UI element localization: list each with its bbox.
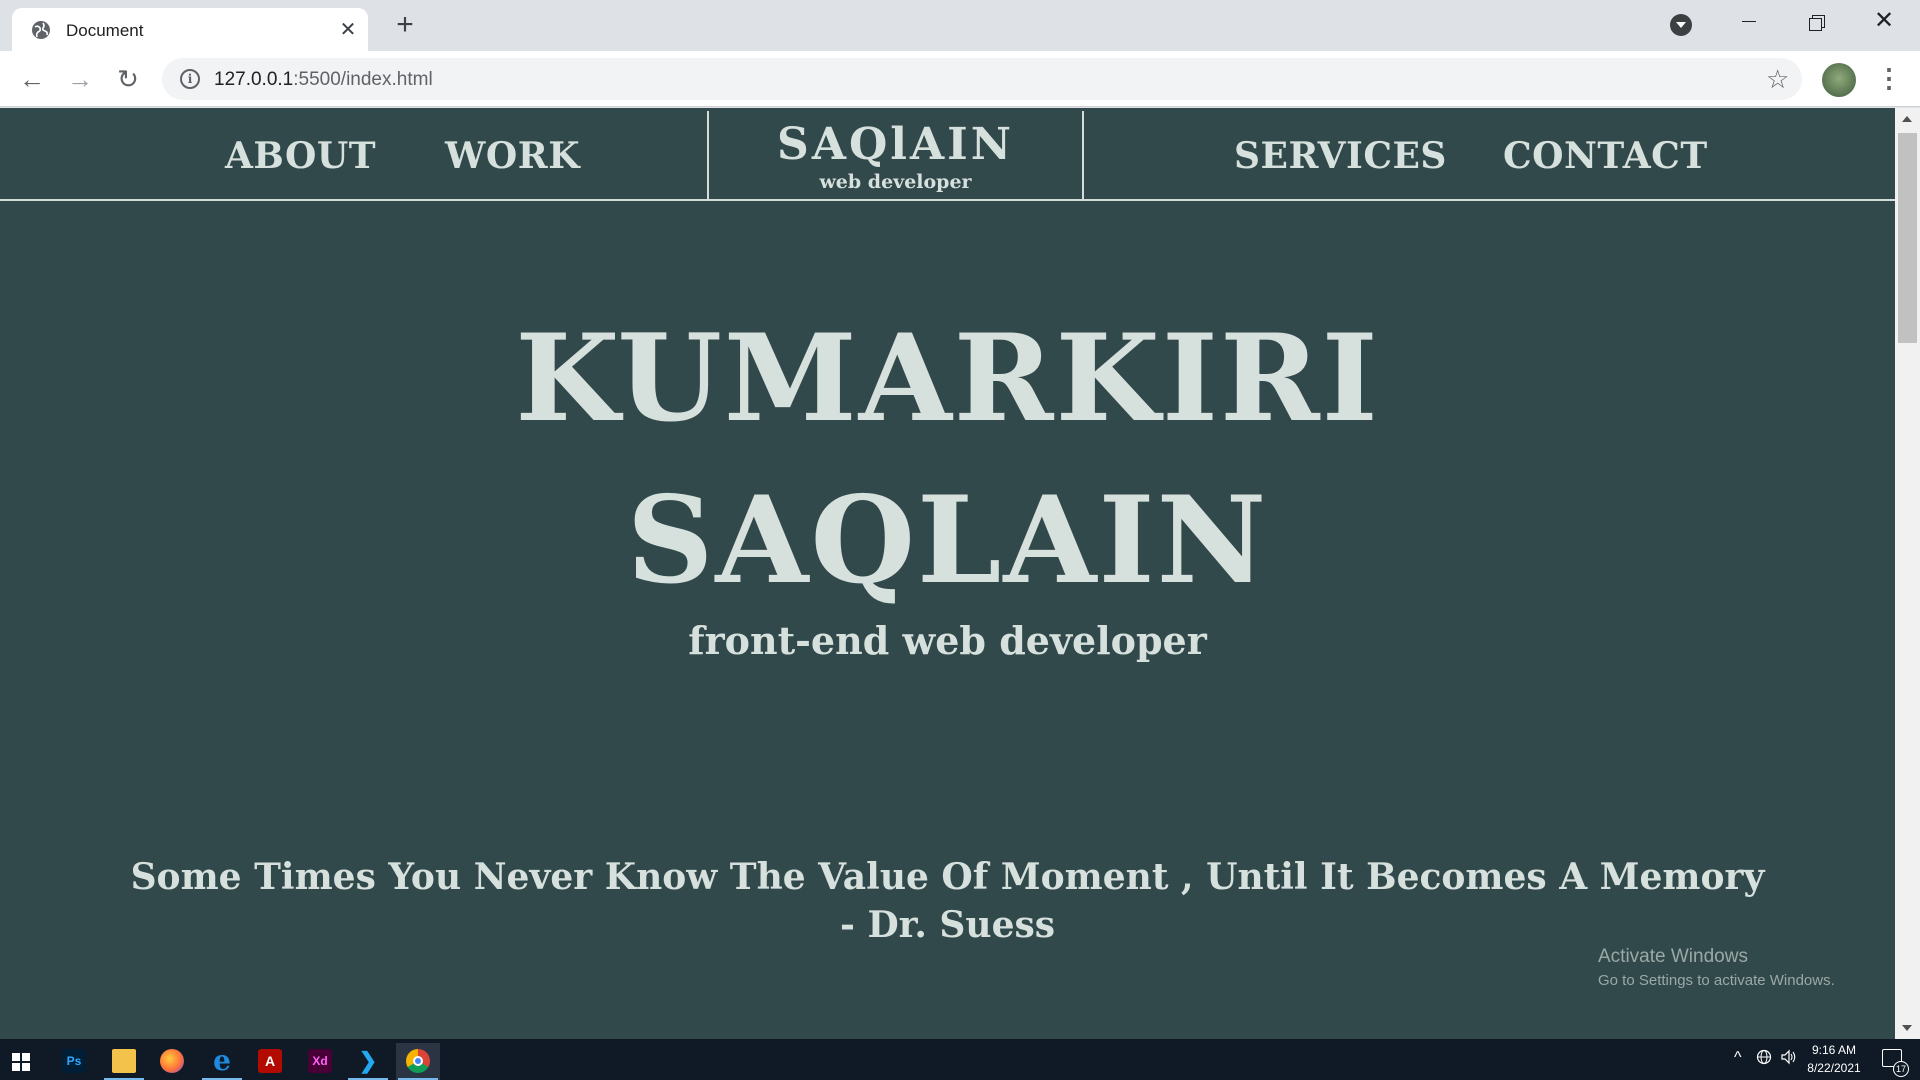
windows-taskbar: Ps e A Xd ❯ ^ 9:16 AM 8/22/2021 17 [0, 1039, 1920, 1080]
taskbar-firefox[interactable] [150, 1043, 194, 1080]
nav-link-about[interactable]: ABOUT [225, 135, 376, 177]
xd-icon: Xd [308, 1049, 332, 1073]
address-bar[interactable]: i 127.0.0.1:5500/index.html ☆ [162, 58, 1802, 100]
restore-button[interactable] [1782, 0, 1850, 42]
taskbar-chrome[interactable] [396, 1043, 440, 1080]
scroll-thumb[interactable] [1898, 133, 1917, 343]
edge-icon: e [213, 1044, 231, 1077]
hero-subtitle: front-end web developer [688, 618, 1207, 663]
firefox-icon [160, 1049, 184, 1073]
page-scrollbar[interactable] [1895, 108, 1920, 1039]
browser-toolbar: ← → ↻ i 127.0.0.1:5500/index.html ☆ ⋮ [0, 51, 1920, 107]
taskbar-photoshop[interactable]: Ps [52, 1043, 96, 1080]
hero-title-first-name: KUMARKIRI [515, 308, 1380, 449]
brand-subtitle: web developer [819, 171, 972, 193]
forward-arrow-icon[interactable]: → [64, 63, 96, 95]
quote-author: - Dr. Suess [839, 904, 1056, 946]
start-button[interactable] [0, 1043, 44, 1080]
reload-icon[interactable]: ↻ [112, 63, 144, 95]
taskbar-file-explorer[interactable] [102, 1043, 146, 1080]
site-info-icon[interactable]: i [180, 69, 200, 89]
tab-search-icon[interactable] [1670, 14, 1692, 36]
taskbar-edge[interactable]: e [200, 1043, 244, 1080]
clock-time[interactable]: 9:16 AM [1808, 1043, 1860, 1057]
windows-logo-icon [12, 1053, 30, 1071]
browser-tab[interactable]: Document ✕ [12, 8, 368, 51]
brand-logo[interactable]: SAQlAIN web developer [707, 111, 1084, 199]
window-close-button[interactable]: ✕ [1850, 0, 1918, 42]
nav-link-contact[interactable]: CONTACT [1503, 135, 1708, 177]
acrobat-icon: A [258, 1049, 282, 1073]
taskbar-acrobat[interactable]: A [248, 1043, 292, 1080]
taskbar-xd[interactable]: Xd [298, 1043, 342, 1080]
scroll-down-arrow-icon[interactable] [1902, 1025, 1912, 1031]
tab-close-icon[interactable]: ✕ [337, 19, 359, 41]
globe-icon [32, 21, 50, 39]
back-arrow-icon[interactable]: ← [16, 63, 48, 95]
brand-name: SAQlAIN [777, 119, 1014, 170]
vscode-icon: ❯ [358, 1048, 378, 1073]
profile-avatar[interactable] [1822, 63, 1856, 97]
browser-menu-icon[interactable]: ⋮ [1876, 63, 1902, 95]
file-explorer-icon [112, 1049, 136, 1073]
url-path: :5500/index.html [293, 69, 433, 90]
activate-windows-title: Activate Windows [1598, 946, 1748, 967]
nav-link-services[interactable]: SERVICES [1234, 135, 1447, 177]
photoshop-icon: Ps [62, 1049, 86, 1073]
bookmark-star-icon[interactable]: ☆ [1766, 64, 1789, 95]
site-header: ABOUT WORK SAQlAIN web developer SERVICE… [0, 108, 1895, 201]
page-viewport: ABOUT WORK SAQlAIN web developer SERVICE… [0, 108, 1895, 1039]
browser-tabstrip: Document ✕ + ✕ [0, 0, 1920, 51]
tab-title: Document [66, 21, 144, 40]
nav-link-work[interactable]: WORK [445, 135, 580, 177]
volume-icon[interactable] [1780, 1049, 1798, 1065]
tray-chevron-icon[interactable]: ^ [1734, 1049, 1742, 1080]
activate-windows-subtitle: Go to Settings to activate Windows. [1598, 972, 1835, 989]
clock-date[interactable]: 8/22/2021 [1803, 1061, 1865, 1075]
notification-count-badge: 17 [1893, 1061, 1909, 1077]
chrome-icon [406, 1049, 430, 1073]
taskbar-vscode[interactable]: ❯ [346, 1043, 390, 1080]
hero-title-last-name: SAQLAIN [626, 470, 1269, 611]
minimize-button[interactable] [1714, 0, 1782, 42]
url-host: 127.0.0.1 [214, 69, 294, 90]
new-tab-button[interactable]: + [391, 10, 419, 40]
network-globe-icon[interactable] [1756, 1049, 1772, 1065]
scroll-up-arrow-icon[interactable] [1902, 116, 1912, 122]
quote-text: Some Times You Never Know The Value Of M… [130, 856, 1765, 898]
url-text[interactable]: 127.0.0.1:5500/index.html [214, 69, 433, 91]
